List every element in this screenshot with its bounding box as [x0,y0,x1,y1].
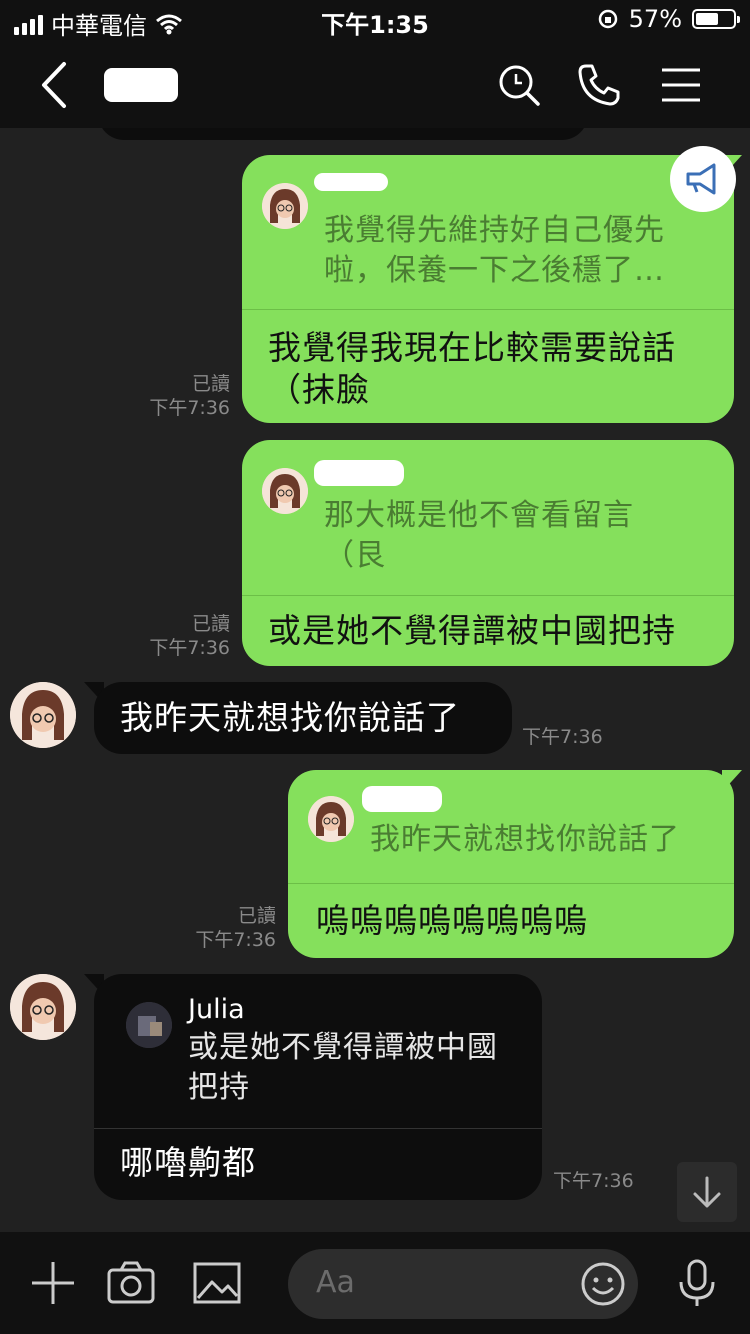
quoted-avatar-julia [126,1002,172,1048]
quoted-author: Julia [188,994,245,1025]
message-bubble-5[interactable]: Julia 或是她不覺得譚被中國 把持 哪嚕齁都 [94,974,542,1200]
read-receipt: 已讀 [191,373,230,395]
chat-title-redacted [104,68,178,102]
quoted-name-redacted [362,786,442,812]
chat-header [0,42,750,128]
message-text: 或是她不覺得譚被中國把持 [268,611,676,650]
message-text: 我昨天就想找你說話了 [120,698,460,737]
search-icon[interactable] [496,62,542,108]
quote-divider [242,595,734,596]
quoted-name-redacted [314,173,388,191]
timestamp: 下午7:36 [522,726,603,748]
camera-icon[interactable] [106,1258,156,1308]
quote-text: 我昨天就想找你說話了 [370,822,680,857]
quote-text: 我覺得先維持好自己優先 啦，保養一下之後穩了… [324,213,665,288]
phone-icon[interactable] [576,62,622,108]
rotation-lock-icon [598,9,617,29]
announce-button[interactable] [670,146,736,212]
message-meta-2: 已讀 下午7:36 [130,612,230,660]
previous-message-bubble [98,128,588,140]
megaphone-icon [686,163,716,195]
sender-avatar[interactable] [10,974,76,1040]
quote-text: 或是她不覺得譚被中國 把持 [188,1030,498,1105]
emoji-icon[interactable] [580,1261,626,1307]
quote-divider [288,883,734,884]
message-meta-4: 已讀 下午7:36 [176,904,276,952]
message-bubble-1[interactable]: 我覺得先維持好自己優先 啦，保養一下之後穩了… 我覺得我現在比較需要說話 （抹臉 [242,155,734,423]
quoted-avatar [262,183,308,229]
battery-percent: 57% [628,5,682,33]
message-text: 哪嚕齁都 [120,1143,256,1182]
status-bar: 中華電信 下午1:35 57% [0,0,750,42]
input-bar: Aa [0,1232,750,1334]
quoted-avatar [308,796,354,842]
quote-divider [242,309,734,310]
timestamp: 下午7:36 [149,397,230,419]
message-input[interactable]: Aa [288,1249,638,1319]
message-text: 嗚嗚嗚嗚嗚嗚嗚嗚 [316,901,588,940]
quoted-avatar [262,468,308,514]
quote-divider [94,1128,542,1129]
message-bubble-2[interactable]: 那大概是他不會看留言 （艮 或是她不覺得譚被中國把持 [242,440,734,666]
quote-text: 那大概是他不會看留言 （艮 [324,498,634,573]
chat-area[interactable]: 我覺得先維持好自己優先 啦，保養一下之後穩了… 我覺得我現在比較需要說話 （抹臉… [0,128,750,1232]
timestamp: 下午7:36 [149,637,230,659]
read-receipt: 已讀 [237,905,276,927]
message-bubble-4[interactable]: 我昨天就想找你說話了 嗚嗚嗚嗚嗚嗚嗚嗚 [288,770,734,958]
battery-icon [692,9,740,29]
plus-icon[interactable] [28,1258,78,1308]
menu-icon[interactable] [658,62,704,108]
message-meta-1: 已讀 下午7:36 [130,372,230,420]
read-receipt: 已讀 [191,613,230,635]
sender-avatar[interactable] [10,682,76,748]
message-bubble-3[interactable]: 我昨天就想找你說話了 [94,682,512,754]
back-icon[interactable] [30,58,80,112]
timestamp: 下午7:36 [553,1170,634,1192]
microphone-icon[interactable] [672,1258,722,1308]
scroll-to-bottom-button[interactable] [677,1162,737,1222]
message-text: 我覺得我現在比較需要說話 （抹臉 [268,328,676,409]
message-input-placeholder: Aa [316,1265,355,1300]
timestamp: 下午7:36 [195,929,276,951]
quoted-name-redacted [314,460,404,486]
arrow-down-icon [693,1176,721,1208]
image-icon[interactable] [192,1258,242,1308]
